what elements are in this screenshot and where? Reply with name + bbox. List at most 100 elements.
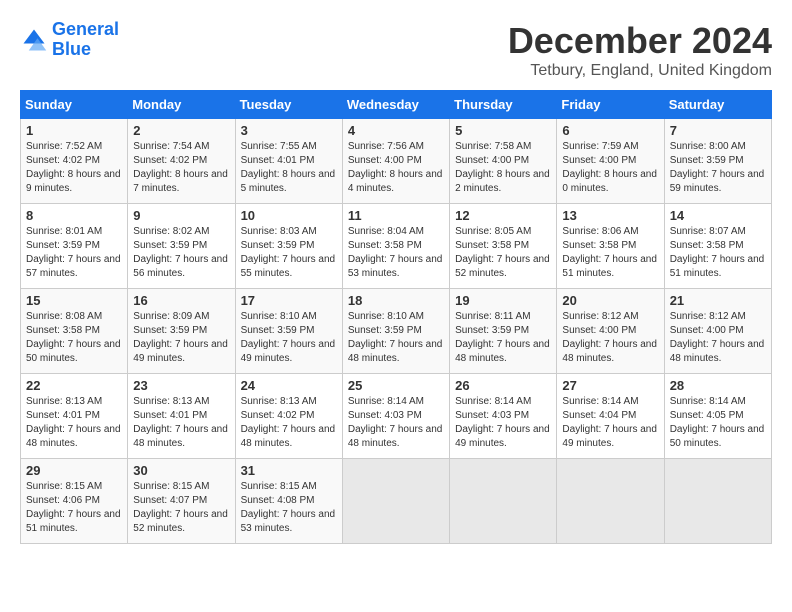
day-info: Sunrise: 8:00 AM Sunset: 3:59 PM Dayligh… bbox=[670, 140, 766, 196]
day-number: 18 bbox=[348, 293, 444, 308]
sunrise-label: Sunrise: 7:52 AM bbox=[26, 141, 102, 152]
sunrise-label: Sunrise: 8:13 AM bbox=[133, 396, 209, 407]
location: Tetbury, England, United Kingdom bbox=[508, 62, 772, 80]
calendar-cell: 9 Sunrise: 8:02 AM Sunset: 3:59 PM Dayli… bbox=[128, 204, 235, 289]
calendar-cell: 2 Sunrise: 7:54 AM Sunset: 4:02 PM Dayli… bbox=[128, 119, 235, 204]
calendar-cell: 17 Sunrise: 8:10 AM Sunset: 3:59 PM Dayl… bbox=[235, 289, 342, 374]
sunset-label: Sunset: 4:03 PM bbox=[348, 410, 422, 421]
calendar-week-5: 29 Sunrise: 8:15 AM Sunset: 4:06 PM Dayl… bbox=[21, 459, 772, 544]
sunrise-label: Sunrise: 7:54 AM bbox=[133, 141, 209, 152]
calendar-cell: 20 Sunrise: 8:12 AM Sunset: 4:00 PM Dayl… bbox=[557, 289, 664, 374]
daylight-label: Daylight: 7 hours and 48 minutes. bbox=[133, 424, 228, 449]
day-info: Sunrise: 8:12 AM Sunset: 4:00 PM Dayligh… bbox=[562, 310, 658, 366]
calendar-week-2: 8 Sunrise: 8:01 AM Sunset: 3:59 PM Dayli… bbox=[21, 204, 772, 289]
day-number: 26 bbox=[455, 378, 551, 393]
daylight-label: Daylight: 8 hours and 7 minutes. bbox=[133, 169, 228, 194]
sunrise-label: Sunrise: 8:08 AM bbox=[26, 311, 102, 322]
calendar-cell bbox=[557, 459, 664, 544]
calendar-cell: 21 Sunrise: 8:12 AM Sunset: 4:00 PM Dayl… bbox=[664, 289, 771, 374]
calendar-cell: 30 Sunrise: 8:15 AM Sunset: 4:07 PM Dayl… bbox=[128, 459, 235, 544]
day-info: Sunrise: 8:14 AM Sunset: 4:05 PM Dayligh… bbox=[670, 395, 766, 451]
sunset-label: Sunset: 4:02 PM bbox=[241, 410, 315, 421]
daylight-label: Daylight: 7 hours and 48 minutes. bbox=[241, 424, 336, 449]
sunset-label: Sunset: 4:00 PM bbox=[562, 325, 636, 336]
day-header-wednesday: Wednesday bbox=[342, 91, 449, 119]
sunset-label: Sunset: 4:01 PM bbox=[133, 410, 207, 421]
sunrise-label: Sunrise: 8:06 AM bbox=[562, 226, 638, 237]
calendar-cell: 4 Sunrise: 7:56 AM Sunset: 4:00 PM Dayli… bbox=[342, 119, 449, 204]
day-info: Sunrise: 8:02 AM Sunset: 3:59 PM Dayligh… bbox=[133, 225, 229, 281]
calendar-cell: 13 Sunrise: 8:06 AM Sunset: 3:58 PM Dayl… bbox=[557, 204, 664, 289]
day-number: 13 bbox=[562, 208, 658, 223]
sunset-label: Sunset: 4:00 PM bbox=[670, 325, 744, 336]
day-info: Sunrise: 8:11 AM Sunset: 3:59 PM Dayligh… bbox=[455, 310, 551, 366]
sunrise-label: Sunrise: 8:04 AM bbox=[348, 226, 424, 237]
sunset-label: Sunset: 4:07 PM bbox=[133, 495, 207, 506]
sunset-label: Sunset: 4:05 PM bbox=[670, 410, 744, 421]
daylight-label: Daylight: 7 hours and 53 minutes. bbox=[348, 254, 443, 279]
daylight-label: Daylight: 8 hours and 0 minutes. bbox=[562, 169, 657, 194]
day-info: Sunrise: 7:58 AM Sunset: 4:00 PM Dayligh… bbox=[455, 140, 551, 196]
calendar-cell bbox=[664, 459, 771, 544]
sunset-label: Sunset: 4:06 PM bbox=[26, 495, 100, 506]
sunset-label: Sunset: 4:00 PM bbox=[348, 155, 422, 166]
sunrise-label: Sunrise: 8:00 AM bbox=[670, 141, 746, 152]
day-number: 19 bbox=[455, 293, 551, 308]
day-info: Sunrise: 8:05 AM Sunset: 3:58 PM Dayligh… bbox=[455, 225, 551, 281]
sunset-label: Sunset: 3:59 PM bbox=[455, 325, 529, 336]
daylight-label: Daylight: 8 hours and 9 minutes. bbox=[26, 169, 121, 194]
sunrise-label: Sunrise: 8:13 AM bbox=[26, 396, 102, 407]
day-info: Sunrise: 8:14 AM Sunset: 4:03 PM Dayligh… bbox=[455, 395, 551, 451]
day-info: Sunrise: 8:14 AM Sunset: 4:04 PM Dayligh… bbox=[562, 395, 658, 451]
daylight-label: Daylight: 7 hours and 50 minutes. bbox=[26, 339, 121, 364]
day-number: 17 bbox=[241, 293, 337, 308]
calendar-week-4: 22 Sunrise: 8:13 AM Sunset: 4:01 PM Dayl… bbox=[21, 374, 772, 459]
sunrise-label: Sunrise: 8:13 AM bbox=[241, 396, 317, 407]
calendar-cell: 10 Sunrise: 8:03 AM Sunset: 3:59 PM Dayl… bbox=[235, 204, 342, 289]
daylight-label: Daylight: 7 hours and 57 minutes. bbox=[26, 254, 121, 279]
sunrise-label: Sunrise: 8:14 AM bbox=[670, 396, 746, 407]
day-number: 2 bbox=[133, 123, 229, 138]
title-block: December 2024 Tetbury, England, United K… bbox=[508, 20, 772, 80]
daylight-label: Daylight: 8 hours and 4 minutes. bbox=[348, 169, 443, 194]
sunset-label: Sunset: 3:58 PM bbox=[670, 240, 744, 251]
day-number: 9 bbox=[133, 208, 229, 223]
sunset-label: Sunset: 3:58 PM bbox=[562, 240, 636, 251]
sunrise-label: Sunrise: 8:12 AM bbox=[562, 311, 638, 322]
daylight-label: Daylight: 8 hours and 5 minutes. bbox=[241, 169, 336, 194]
daylight-label: Daylight: 7 hours and 59 minutes. bbox=[670, 169, 765, 194]
calendar-cell: 25 Sunrise: 8:14 AM Sunset: 4:03 PM Dayl… bbox=[342, 374, 449, 459]
calendar-cell: 24 Sunrise: 8:13 AM Sunset: 4:02 PM Dayl… bbox=[235, 374, 342, 459]
day-number: 10 bbox=[241, 208, 337, 223]
day-number: 28 bbox=[670, 378, 766, 393]
sunset-label: Sunset: 4:03 PM bbox=[455, 410, 529, 421]
day-number: 24 bbox=[241, 378, 337, 393]
logo-icon bbox=[20, 26, 48, 54]
day-header-tuesday: Tuesday bbox=[235, 91, 342, 119]
sunrise-label: Sunrise: 8:14 AM bbox=[562, 396, 638, 407]
day-info: Sunrise: 8:09 AM Sunset: 3:59 PM Dayligh… bbox=[133, 310, 229, 366]
sunset-label: Sunset: 4:00 PM bbox=[562, 155, 636, 166]
sunset-label: Sunset: 3:59 PM bbox=[348, 325, 422, 336]
sunset-label: Sunset: 3:58 PM bbox=[455, 240, 529, 251]
sunset-label: Sunset: 4:02 PM bbox=[133, 155, 207, 166]
sunset-label: Sunset: 4:01 PM bbox=[26, 410, 100, 421]
daylight-label: Daylight: 7 hours and 53 minutes. bbox=[241, 509, 336, 534]
day-number: 29 bbox=[26, 463, 122, 478]
daylight-label: Daylight: 7 hours and 52 minutes. bbox=[133, 509, 228, 534]
sunrise-label: Sunrise: 8:12 AM bbox=[670, 311, 746, 322]
daylight-label: Daylight: 7 hours and 49 minutes. bbox=[562, 424, 657, 449]
sunrise-label: Sunrise: 8:09 AM bbox=[133, 311, 209, 322]
calendar-cell: 23 Sunrise: 8:13 AM Sunset: 4:01 PM Dayl… bbox=[128, 374, 235, 459]
day-number: 7 bbox=[670, 123, 766, 138]
day-info: Sunrise: 8:07 AM Sunset: 3:58 PM Dayligh… bbox=[670, 225, 766, 281]
calendar-cell: 15 Sunrise: 8:08 AM Sunset: 3:58 PM Dayl… bbox=[21, 289, 128, 374]
sunset-label: Sunset: 4:00 PM bbox=[455, 155, 529, 166]
day-info: Sunrise: 8:15 AM Sunset: 4:07 PM Dayligh… bbox=[133, 480, 229, 536]
daylight-label: Daylight: 7 hours and 50 minutes. bbox=[670, 424, 765, 449]
calendar-cell: 18 Sunrise: 8:10 AM Sunset: 3:59 PM Dayl… bbox=[342, 289, 449, 374]
sunrise-label: Sunrise: 8:15 AM bbox=[26, 481, 102, 492]
day-number: 11 bbox=[348, 208, 444, 223]
day-info: Sunrise: 8:13 AM Sunset: 4:01 PM Dayligh… bbox=[26, 395, 122, 451]
logo-line1: General bbox=[52, 19, 119, 39]
